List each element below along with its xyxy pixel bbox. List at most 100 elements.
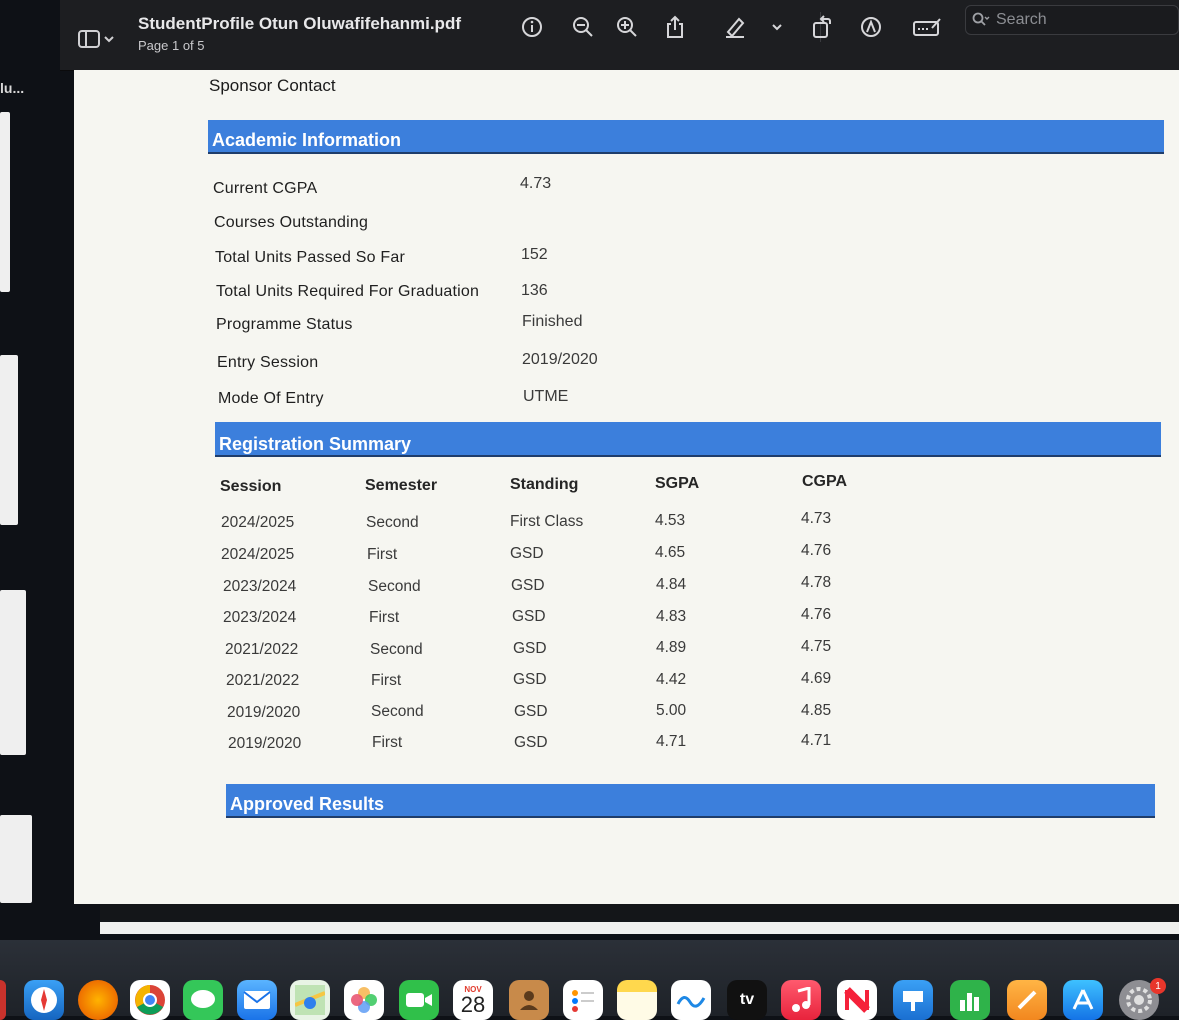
page-indicator: Page 1 of 5	[138, 38, 205, 53]
zoom-in-icon	[617, 17, 637, 37]
cell-semester: First	[367, 546, 398, 563]
page-thumbnail[interactable]	[0, 112, 10, 292]
section-approved-results: Approved Results	[226, 784, 1155, 818]
zoom-in-button[interactable]	[610, 10, 644, 44]
column-header-sgpa: SGPA	[655, 475, 700, 492]
sponsor-contact-label: Sponsor Contact	[209, 76, 336, 95]
chevron-down-icon	[104, 36, 114, 43]
cell-standing: GSD	[514, 703, 548, 720]
page-thumbnail[interactable]	[0, 815, 32, 903]
dock-tv[interactable]: tv	[727, 980, 767, 1020]
dock-numbers[interactable]	[950, 980, 990, 1020]
pdf-page: Sponsor Contact Academic Information Cur…	[74, 70, 1179, 904]
label-total-units-passed: Total Units Passed So Far	[215, 249, 405, 266]
document-title: StudentProfile Otun Oluwafifehanmi.pdf	[138, 14, 461, 33]
app-store-icon	[1072, 989, 1094, 1010]
squiggle-icon	[676, 996, 706, 1008]
dock-photos[interactable]	[344, 980, 384, 1020]
value-mode-of-entry: UTME	[523, 388, 569, 405]
search-input[interactable]	[994, 10, 1168, 30]
info-button[interactable]	[515, 10, 549, 44]
compass-icon	[31, 987, 57, 1013]
cell-cgpa: 4.73	[801, 510, 832, 527]
cell-session: 2024/2025	[221, 514, 295, 531]
cell-session: 2019/2020	[228, 735, 302, 752]
form-fill-icon	[913, 18, 941, 36]
share-button[interactable]	[658, 10, 692, 44]
sidebar-icon	[78, 30, 100, 48]
page-separator	[100, 904, 1179, 922]
dock-maps[interactable]	[290, 980, 330, 1020]
dock-reminders[interactable]	[563, 980, 603, 1020]
contact-icon	[520, 991, 538, 1010]
dock-firefox[interactable]	[78, 980, 118, 1020]
cell-cgpa: 4.71	[801, 732, 832, 749]
dock-facetime[interactable]	[399, 980, 439, 1020]
chevron-down-icon	[772, 24, 782, 31]
highlighter-icon	[726, 17, 745, 38]
dock-pages[interactable]	[1007, 980, 1047, 1020]
tv-label: tv	[739, 991, 755, 1008]
page-thumbnail[interactable]	[0, 355, 18, 525]
dock-freeform[interactable]	[671, 980, 711, 1020]
page-thumbnail[interactable]	[0, 590, 26, 755]
zoom-out-icon	[573, 17, 593, 37]
dock-calendar[interactable]: NOV 28	[453, 980, 493, 1020]
markup-button[interactable]	[854, 10, 888, 44]
cell-session: 2023/2024	[223, 578, 297, 595]
cell-cgpa: 4.78	[801, 574, 832, 591]
value-entry-session: 2019/2020	[522, 351, 598, 368]
cell-standing: First Class	[510, 513, 584, 530]
label-mode-of-entry: Mode Of Entry	[218, 390, 324, 407]
column-header-cgpa: CGPA	[802, 473, 848, 490]
label-entry-session: Entry Session	[217, 354, 319, 371]
dock-notes[interactable]	[617, 980, 657, 1020]
value-current-cgpa: 4.73	[520, 175, 552, 192]
column-header-standing: Standing	[510, 476, 579, 493]
dock-contacts[interactable]	[509, 980, 549, 1020]
sidebar-toggle-button[interactable]	[78, 24, 124, 54]
dock-app-partial[interactable]	[0, 980, 6, 1020]
cell-standing: GSD	[510, 545, 544, 562]
cell-cgpa: 4.69	[801, 670, 832, 687]
gear-icon	[1126, 987, 1152, 1013]
cell-session: 2021/2022	[225, 641, 299, 658]
next-page-edge	[100, 922, 1179, 934]
label-current-cgpa: Current CGPA	[213, 180, 318, 197]
highlight-options-button[interactable]	[760, 10, 794, 44]
cell-sgpa: 4.71	[656, 733, 687, 750]
form-fill-button[interactable]	[910, 10, 944, 44]
background-window-label: lu...	[0, 80, 25, 96]
section-registration-summary: Registration Summary	[215, 422, 1161, 457]
search-field-container[interactable]	[965, 5, 1179, 35]
dock-app-store[interactable]	[1063, 980, 1103, 1020]
label-courses-outstanding: Courses Outstanding	[214, 214, 369, 231]
pen-icon	[1017, 990, 1037, 1010]
zoom-out-button[interactable]	[566, 10, 600, 44]
cell-sgpa: 4.83	[656, 608, 687, 625]
cell-cgpa: 4.76	[801, 542, 832, 559]
dock-chrome[interactable]	[130, 980, 170, 1020]
dock-news[interactable]	[837, 980, 877, 1020]
column-header-session: Session	[220, 478, 282, 495]
cell-cgpa: 4.76	[801, 606, 832, 623]
dock-messages[interactable]	[183, 980, 223, 1020]
notification-badge: 1	[1150, 978, 1166, 994]
markup-icon	[861, 17, 881, 37]
cell-semester: Second	[370, 641, 423, 658]
highlight-button[interactable]	[718, 10, 752, 44]
dock-mail[interactable]	[237, 980, 277, 1020]
cell-semester: Second	[371, 703, 424, 720]
cell-session: 2019/2020	[227, 704, 301, 721]
rotate-button[interactable]	[805, 10, 839, 44]
cell-semester: Second	[368, 578, 421, 595]
video-camera-icon	[406, 993, 432, 1007]
cell-sgpa: 5.00	[656, 702, 687, 719]
photos-icon	[351, 987, 377, 1013]
dock-safari[interactable]	[24, 980, 64, 1020]
dock-keynote[interactable]	[893, 980, 933, 1020]
checklist-icon	[572, 990, 594, 1012]
bar-chart-icon	[960, 993, 979, 1011]
cell-session: 2023/2024	[223, 609, 297, 626]
dock-music[interactable]	[781, 980, 821, 1020]
